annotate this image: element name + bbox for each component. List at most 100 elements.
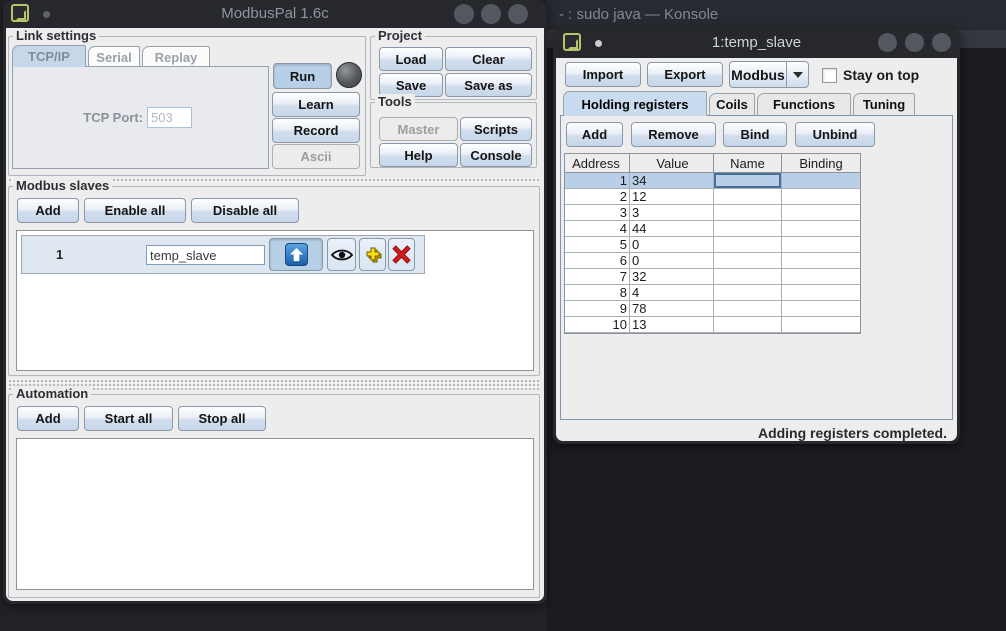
dialog-close-icon[interactable]: [932, 33, 951, 52]
table-cell-value[interactable]: 4: [630, 285, 714, 300]
run-button[interactable]: Run: [273, 63, 332, 89]
table-cell-address[interactable]: 4: [565, 221, 630, 236]
table-row[interactable]: 50: [565, 237, 860, 253]
table-cell-address[interactable]: 8: [565, 285, 630, 300]
tcp-port-input[interactable]: [147, 107, 192, 128]
record-button[interactable]: Record: [272, 118, 360, 143]
table-cell-binding[interactable]: [782, 269, 860, 284]
table-row[interactable]: 978: [565, 301, 860, 317]
table-row[interactable]: 444: [565, 221, 860, 237]
table-cell-address[interactable]: 2: [565, 189, 630, 204]
table-cell-name[interactable]: [714, 317, 782, 332]
disable-all-button[interactable]: Disable all: [191, 198, 299, 223]
stay-on-top-checkbox[interactable]: [822, 68, 837, 83]
table-cell-name[interactable]: [714, 301, 782, 316]
table-cell-address[interactable]: 10: [565, 317, 630, 332]
modbuspal-titlebar[interactable]: ModbusPal 1.6c: [3, 0, 547, 28]
slave-name-input[interactable]: [146, 245, 265, 265]
dialog-minimize-icon[interactable]: [878, 33, 897, 52]
tab-replay[interactable]: Replay: [142, 46, 210, 67]
table-cell-binding[interactable]: [782, 317, 860, 332]
table-row[interactable]: 134: [565, 173, 860, 189]
table-cell-name[interactable]: [714, 205, 782, 220]
table-cell-value[interactable]: 44: [630, 221, 714, 236]
load-button[interactable]: Load: [379, 47, 443, 71]
learn-button[interactable]: Learn: [272, 92, 360, 117]
tab-holding-registers[interactable]: Holding registers: [563, 91, 707, 116]
tab-coils[interactable]: Coils: [709, 93, 755, 115]
table-row[interactable]: 60: [565, 253, 860, 269]
maximize-icon[interactable]: [481, 4, 501, 24]
console-button[interactable]: Console: [460, 143, 532, 167]
table-cell-value[interactable]: 78: [630, 301, 714, 316]
table-cell-name[interactable]: [714, 285, 782, 300]
table-cell-name[interactable]: [714, 173, 782, 188]
table-cell-binding[interactable]: [782, 285, 860, 300]
table-cell-address[interactable]: 6: [565, 253, 630, 268]
table-cell-address[interactable]: 7: [565, 269, 630, 284]
tab-tcpip[interactable]: TCP/IP: [12, 45, 86, 67]
automation-add-button[interactable]: Add: [17, 406, 79, 431]
table-cell-name[interactable]: [714, 253, 782, 268]
table-cell-name[interactable]: [714, 221, 782, 236]
clear-button[interactable]: Clear: [445, 47, 532, 71]
scripts-button[interactable]: Scripts: [460, 117, 532, 141]
table-cell-name[interactable]: [714, 269, 782, 284]
table-cell-name[interactable]: [714, 237, 782, 252]
tab-tuning[interactable]: Tuning: [853, 93, 915, 115]
slave-duplicate-button[interactable]: [359, 238, 386, 271]
table-cell-value[interactable]: 0: [630, 253, 714, 268]
table-cell-value[interactable]: 0: [630, 237, 714, 252]
dialog-titlebar[interactable]: 1:temp_slave: [553, 28, 960, 58]
table-cell-value[interactable]: 34: [630, 173, 714, 188]
enable-all-button[interactable]: Enable all: [84, 198, 186, 223]
konsole-titlebar[interactable]: - : sudo java — Konsole: [547, 0, 1006, 30]
col-header-name[interactable]: Name: [714, 154, 782, 172]
table-cell-value[interactable]: 32: [630, 269, 714, 284]
slave-delete-button[interactable]: [388, 238, 415, 271]
ascii-button[interactable]: Ascii: [272, 144, 360, 169]
import-button[interactable]: Import: [565, 62, 641, 87]
close-icon[interactable]: [508, 4, 528, 24]
modbus-mode-select[interactable]: Modbus: [729, 61, 809, 88]
register-unbind-button[interactable]: Unbind: [795, 122, 875, 147]
table-cell-value[interactable]: 3: [630, 205, 714, 220]
register-bind-button[interactable]: Bind: [723, 122, 787, 147]
table-cell-name[interactable]: [714, 189, 782, 204]
table-cell-value[interactable]: 13: [630, 317, 714, 332]
table-row[interactable]: 732: [565, 269, 860, 285]
slave-row[interactable]: 1: [21, 235, 425, 274]
table-cell-binding[interactable]: [782, 205, 860, 220]
register-remove-button[interactable]: Remove: [631, 122, 716, 147]
register-add-button[interactable]: Add: [566, 122, 623, 147]
table-row[interactable]: 84: [565, 285, 860, 301]
tab-functions[interactable]: Functions: [757, 93, 851, 115]
col-header-value[interactable]: Value: [630, 154, 714, 172]
slave-enable-toggle[interactable]: [269, 238, 323, 271]
help-button[interactable]: Help: [379, 143, 458, 167]
table-cell-binding[interactable]: [782, 189, 860, 204]
table-cell-binding[interactable]: [782, 173, 860, 188]
slave-add-button[interactable]: Add: [17, 198, 79, 223]
table-cell-binding[interactable]: [782, 221, 860, 236]
master-button[interactable]: Master: [379, 117, 458, 141]
table-row[interactable]: 212: [565, 189, 860, 205]
tab-serial[interactable]: Serial: [88, 46, 140, 67]
save-as-button[interactable]: Save as: [445, 73, 532, 97]
table-row[interactable]: 1013: [565, 317, 860, 333]
dialog-maximize-icon[interactable]: [905, 33, 924, 52]
start-all-button[interactable]: Start all: [84, 406, 173, 431]
table-cell-address[interactable]: 5: [565, 237, 630, 252]
table-cell-address[interactable]: 1: [565, 173, 630, 188]
table-cell-binding[interactable]: [782, 253, 860, 268]
col-header-binding[interactable]: Binding: [782, 154, 860, 172]
minimize-icon[interactable]: [454, 4, 474, 24]
slave-view-button[interactable]: [327, 238, 356, 271]
table-cell-address[interactable]: 3: [565, 205, 630, 220]
table-cell-address[interactable]: 9: [565, 301, 630, 316]
export-button[interactable]: Export: [647, 62, 723, 87]
col-header-address[interactable]: Address: [565, 154, 630, 172]
table-cell-binding[interactable]: [782, 237, 860, 252]
table-cell-value[interactable]: 12: [630, 189, 714, 204]
table-cell-binding[interactable]: [782, 301, 860, 316]
